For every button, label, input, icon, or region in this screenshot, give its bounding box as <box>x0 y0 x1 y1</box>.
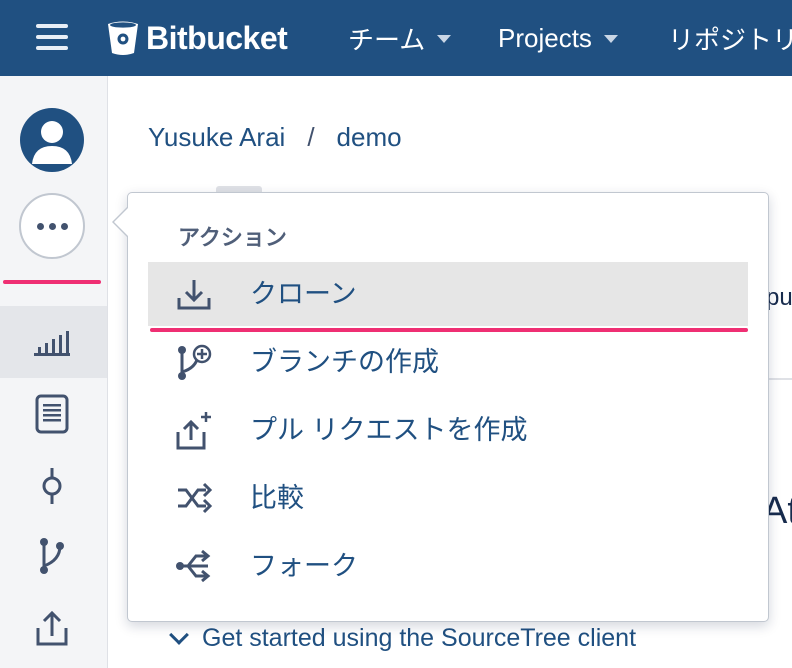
menu-item-label: プル リクエストを作成 <box>250 415 528 445</box>
nav-projects[interactable]: Projects <box>498 18 618 58</box>
create-branch-icon <box>174 342 214 382</box>
sidebar-item-pull-requests[interactable] <box>32 608 72 648</box>
chevron-down-icon <box>169 624 189 645</box>
clipped-text: pu <box>766 284 792 311</box>
get-started-toggle[interactable]: Get started using the SourceTree client <box>168 624 636 653</box>
nav-repositories[interactable]: リポジトリ <box>668 18 792 58</box>
create-pull-request-icon <box>174 410 214 450</box>
dropdown-pointer-fill <box>114 207 129 237</box>
menu-item-create-pull-request[interactable]: プル リクエストを作成 <box>148 398 748 462</box>
breadcrumb-owner-link[interactable]: Yusuke Arai <box>148 122 285 153</box>
upload-icon <box>36 610 68 646</box>
sidebar-item-overview[interactable] <box>32 322 72 362</box>
menu-item-compare[interactable]: 比較 <box>148 466 748 530</box>
document-icon <box>35 394 69 434</box>
dot-icon <box>48 222 56 230</box>
get-started-label: Get started using the SourceTree client <box>202 624 637 652</box>
breadcrumb-separator: / <box>307 122 315 152</box>
bucket-icon <box>108 21 138 55</box>
menu-item-label: フォーク <box>250 551 358 581</box>
breadcrumb: Yusuke Arai / demo <box>148 122 402 153</box>
chevron-down-icon <box>437 35 452 43</box>
bar-chart-icon <box>34 331 70 356</box>
sidebar-item-source[interactable] <box>32 394 72 434</box>
fork-icon <box>174 546 214 586</box>
menu-item-label: ブランチの作成 <box>250 347 439 377</box>
nav-projects-label: Projects <box>498 22 592 53</box>
menu-item-create-branch[interactable]: ブランチの作成 <box>148 330 748 394</box>
nav-teams-label: チーム <box>348 24 426 55</box>
dot-icon <box>60 222 68 230</box>
chevron-down-icon <box>603 35 618 43</box>
sidebar-item-commits[interactable] <box>32 466 72 506</box>
nav-teams[interactable]: チーム <box>348 18 452 58</box>
menu-item-label: 比較 <box>250 483 304 513</box>
dropdown-heading: アクション <box>178 225 287 250</box>
branch-icon <box>40 538 64 574</box>
download-icon <box>174 274 214 314</box>
brand-name: Bitbucket <box>146 19 288 56</box>
sidebar-item-branches[interactable] <box>32 536 72 576</box>
divider <box>769 378 792 380</box>
avatar[interactable] <box>20 108 84 172</box>
user-icon <box>32 121 72 164</box>
more-actions-button[interactable] <box>19 193 85 259</box>
menu-item-clone[interactable]: クローン <box>148 262 748 326</box>
bitbucket-logo[interactable]: Bitbucket <box>106 18 288 58</box>
highlight-underline <box>3 280 101 284</box>
menu-item-fork[interactable]: フォーク <box>148 534 748 598</box>
menu-item-label: クローン <box>250 279 357 309</box>
hamburger-menu-icon[interactable] <box>36 24 68 50</box>
breadcrumb-repo-link[interactable]: demo <box>337 122 402 153</box>
nav-repositories-label: リポジトリ <box>668 24 792 55</box>
compare-icon <box>174 478 214 518</box>
commit-icon <box>42 468 62 504</box>
dot-icon <box>36 222 44 230</box>
